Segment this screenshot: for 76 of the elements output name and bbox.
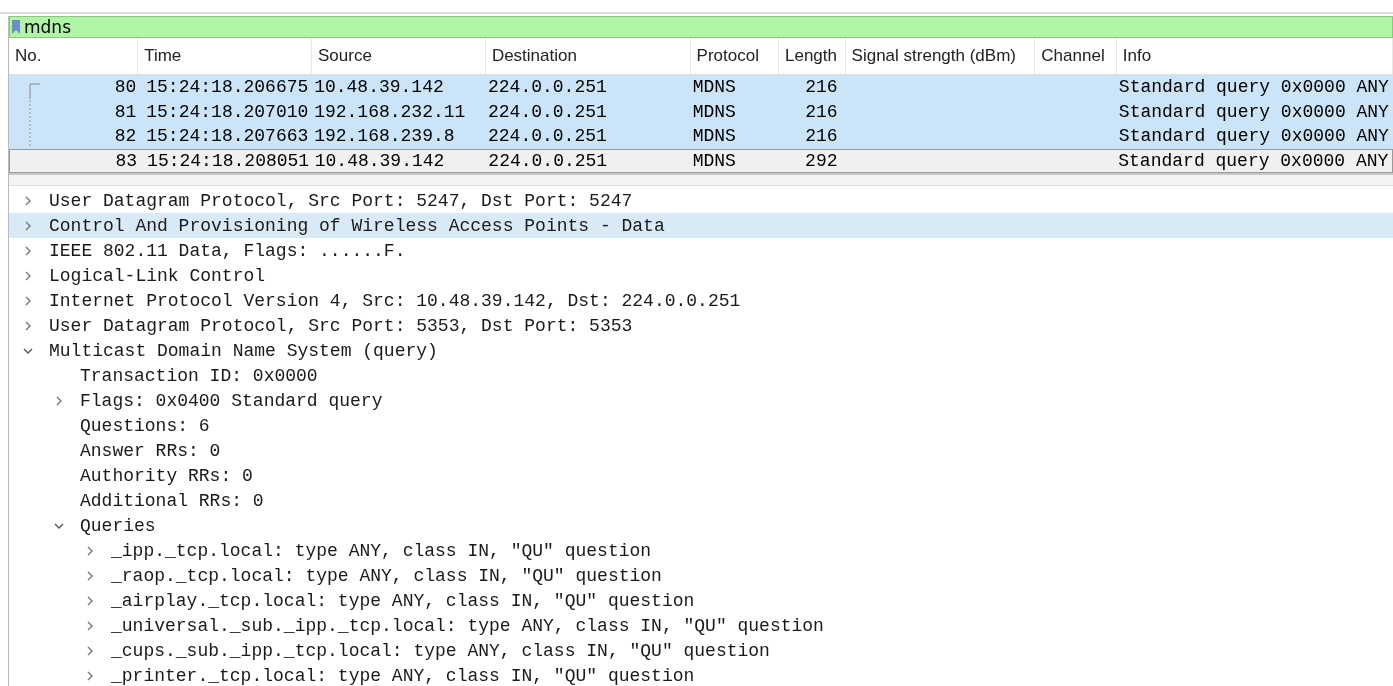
packet-length: 292: [805, 150, 838, 171]
packet-time: 15:24:18.207010: [146, 101, 309, 122]
packet-time: 15:24:18.206675: [146, 77, 309, 98]
detail-line[interactable]: Transaction ID: 0x0000: [80, 365, 318, 386]
chevron-right-icon[interactable]: [85, 595, 95, 606]
packet-row[interactable]: 82 15:24:18.207663 192.168.239.8 224.0.0.251 MDNS 216 Standard query 0x0000 ANY: [9, 124, 1393, 149]
packet-destination: 224.0.0.251: [488, 126, 607, 147]
packet-length: 216: [805, 101, 838, 122]
detail-line[interactable]: Additional RRs: 0: [80, 490, 264, 511]
chevron-right-icon[interactable]: [54, 395, 64, 406]
packet-number: 81: [114, 101, 137, 122]
packet-time: 15:24:18.208051: [147, 150, 310, 171]
column-header[interactable]: Time: [138, 38, 313, 74]
chevron-right-icon[interactable]: [23, 220, 33, 231]
detail-line[interactable]: _airplay._tcp.local: type ANY, class IN, "QU" question: [111, 590, 695, 611]
detail-line[interactable]: Internet Protocol Version 4, Src: 10.48.39.142, Dst: 224.0.0.251: [49, 290, 741, 311]
detail-line[interactable]: IEEE 802.11 Data, Flags: ......F.: [49, 240, 406, 261]
packet-length: 216: [805, 77, 838, 98]
column-header[interactable]: Destination: [485, 38, 691, 74]
bookmark-icon[interactable]: [12, 19, 20, 35]
detail-line[interactable]: _printer._tcp.local: type ANY, class IN, "QU" question: [111, 665, 695, 686]
packet-protocol: MDNS: [692, 77, 736, 98]
packet-number: 83: [115, 150, 138, 171]
packet-info: Standard query 0x0000 ANY: [1118, 101, 1389, 122]
detail-line[interactable]: Flags: 0x0400 Standard query: [80, 390, 383, 411]
packet-time: 15:24:18.207663: [146, 126, 309, 147]
packet-length: 216: [805, 126, 838, 147]
column-header[interactable]: Signal strength (dBm): [845, 38, 1036, 74]
packet-row[interactable]: 83 15:24:18.208051 10.48.39.142 224.0.0.251 MDNS 292 Standard query 0x0000 ANY: [9, 148, 1393, 173]
packet-info: Standard query 0x0000 ANY: [1118, 77, 1389, 98]
packet-source: 10.48.39.142: [314, 150, 445, 171]
packet-number: 80: [114, 77, 137, 98]
chevron-right-icon[interactable]: [85, 670, 95, 681]
detail-line[interactable]: User Datagram Protocol, Src Port: 5353, Dst Port: 5353: [49, 315, 633, 336]
packet-protocol: MDNS: [692, 126, 736, 147]
chevron-right-icon[interactable]: [23, 245, 33, 256]
packet-row[interactable]: 80 15:24:18.206675 10.48.39.142 224.0.0.251 MDNS 216 Standard query 0x0000 ANY: [9, 75, 1393, 100]
column-header[interactable]: Protocol: [690, 38, 779, 74]
detail-line[interactable]: _ipp._tcp.local: type ANY, class IN, "QU" question: [111, 540, 652, 561]
packet-source: 192.168.239.8: [314, 126, 455, 147]
chevron-right-icon[interactable]: [23, 295, 33, 306]
packet-destination: 224.0.0.251: [488, 77, 607, 98]
column-header[interactable]: Length: [779, 38, 846, 74]
detail-line[interactable]: Logical-Link Control: [49, 265, 266, 286]
packet-protocol: MDNS: [692, 101, 736, 122]
packet-info: Standard query 0x0000 ANY: [1118, 150, 1389, 171]
chevron-right-icon[interactable]: [85, 645, 95, 656]
packet-row[interactable]: 81 15:24:18.207010 192.168.232.11 224.0.0.251 MDNS 216 Standard query 0x0000 ANY: [9, 99, 1393, 124]
packet-number: 82: [114, 126, 137, 147]
chevron-right-icon[interactable]: [23, 270, 33, 281]
detail-line[interactable]: Questions: 6: [80, 415, 210, 436]
detail-line[interactable]: _raop._tcp.local: type ANY, class IN, "QU" question: [111, 565, 662, 586]
chevron-right-icon[interactable]: [85, 545, 95, 556]
detail-line[interactable]: Multicast Domain Name System (query): [49, 340, 438, 361]
detail-line[interactable]: _cups._sub._ipp._tcp.local: type ANY, class IN, "QU" question: [111, 640, 770, 661]
packet-destination: 224.0.0.251: [488, 101, 607, 122]
display-filter-field[interactable]: mdns: [24, 17, 324, 37]
packet-info: Standard query 0x0000 ANY: [1118, 126, 1389, 147]
column-header[interactable]: Source: [312, 38, 486, 74]
chevron-right-icon[interactable]: [85, 620, 95, 631]
detail-line[interactable]: User Datagram Protocol, Src Port: 5247, Dst Port: 5247: [49, 190, 633, 211]
detail-line[interactable]: _universal._sub._ipp._tcp.local: type ANY, class IN, "QU" question: [111, 615, 824, 636]
related-packet-bracket-icon: [29, 83, 41, 100]
packet-destination: 224.0.0.251: [488, 150, 608, 171]
detail-line[interactable]: Authority RRs: 0: [80, 465, 253, 486]
column-header[interactable]: No.: [9, 38, 139, 74]
column-header[interactable]: Info: [1116, 38, 1393, 74]
packet-protocol: MDNS: [692, 150, 736, 171]
column-header[interactable]: Channel: [1035, 38, 1117, 74]
chevron-right-icon[interactable]: [85, 570, 95, 581]
chevron-right-icon[interactable]: [23, 320, 33, 331]
chevron-right-icon[interactable]: [23, 195, 33, 206]
packet-source: 192.168.232.11: [314, 101, 466, 122]
detail-line[interactable]: Answer RRs: 0: [80, 440, 221, 461]
packet-source: 10.48.39.142: [314, 77, 444, 98]
detail-line[interactable]: Queries: [80, 515, 156, 536]
